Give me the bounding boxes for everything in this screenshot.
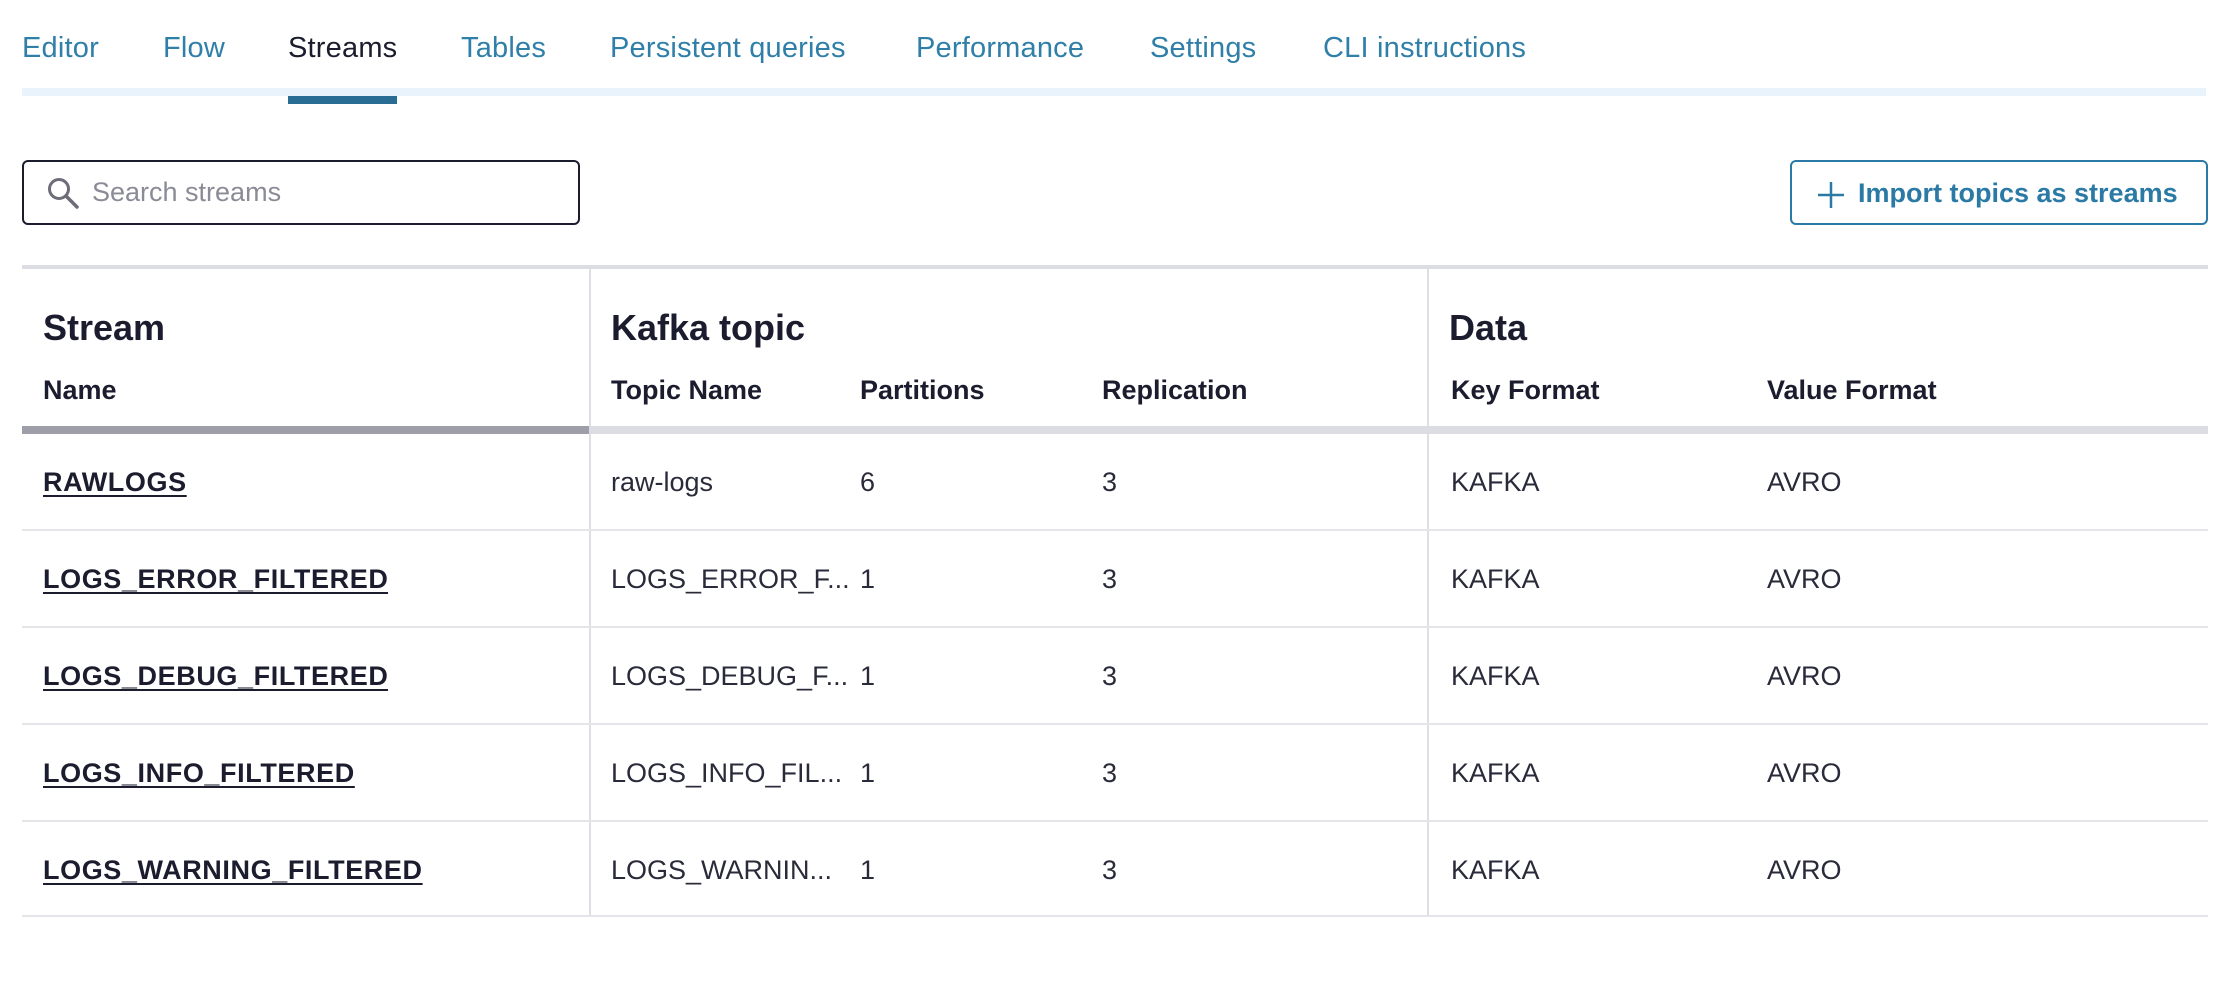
row-divider bbox=[22, 915, 2208, 917]
group-header-data: Data bbox=[1449, 307, 1528, 348]
plus-icon bbox=[1818, 182, 1844, 208]
topic-name-cell: LOGS_WARNIN... bbox=[611, 855, 833, 885]
header-underline bbox=[589, 426, 2208, 434]
value-format-cell: AVRO bbox=[1767, 758, 1842, 788]
stream-name-link[interactable]: LOGS_WARNING_FILTERED bbox=[43, 855, 423, 886]
tab-flow[interactable]: Flow bbox=[163, 32, 225, 96]
topic-name-cell: LOGS_ERROR_F... bbox=[611, 564, 850, 594]
replication-cell: 3 bbox=[1102, 467, 1118, 497]
replication-cell: 3 bbox=[1102, 661, 1118, 691]
key-format-cell: KAFKA bbox=[1451, 564, 1540, 594]
group-header-kafka-topic: Kafka topic bbox=[611, 307, 806, 348]
value-format-cell: AVRO bbox=[1767, 467, 1842, 497]
tab-bar: Editor Flow Streams Tables Persistent qu… bbox=[22, 0, 2206, 104]
topic-name-cell: raw-logs bbox=[611, 467, 714, 497]
tab-persistent-queries[interactable]: Persistent queries bbox=[610, 32, 846, 96]
tab-performance[interactable]: Performance bbox=[916, 32, 1084, 96]
replication-cell: 3 bbox=[1102, 855, 1118, 885]
row-divider bbox=[22, 723, 2208, 725]
value-format-cell: AVRO bbox=[1767, 564, 1842, 594]
partitions-cell: 1 bbox=[860, 564, 876, 594]
tab-cli-instructions[interactable]: CLI instructions bbox=[1323, 32, 1526, 96]
column-header-key-format[interactable]: Key Format bbox=[1451, 375, 1600, 406]
streams-page: Editor Flow Streams Tables Persistent qu… bbox=[0, 0, 2226, 992]
column-header-name[interactable]: Name bbox=[43, 375, 117, 406]
import-button-label: Import topics as streams bbox=[1858, 178, 2178, 208]
search-icon bbox=[48, 178, 79, 209]
row-divider bbox=[22, 529, 2208, 531]
stream-name-link[interactable]: LOGS_INFO_FILTERED bbox=[43, 758, 355, 789]
partitions-cell: 1 bbox=[860, 758, 876, 788]
column-header-replication[interactable]: Replication bbox=[1102, 375, 1248, 406]
tab-editor[interactable]: Editor bbox=[22, 32, 99, 96]
replication-cell: 3 bbox=[1102, 564, 1118, 594]
tab-streams[interactable]: Streams bbox=[288, 32, 398, 104]
column-header-topic-name[interactable]: Topic Name bbox=[611, 375, 762, 406]
key-format-cell: KAFKA bbox=[1451, 758, 1540, 788]
key-format-cell: KAFKA bbox=[1451, 467, 1540, 497]
row-divider bbox=[22, 820, 2208, 822]
replication-cell: 3 bbox=[1102, 758, 1118, 788]
stream-name-link[interactable]: LOGS_ERROR_FILTERED bbox=[43, 564, 388, 595]
search-box[interactable] bbox=[22, 160, 580, 225]
search-input[interactable] bbox=[92, 172, 562, 212]
topic-name-cell: LOGS_DEBUG_F... bbox=[611, 661, 849, 691]
key-format-cell: KAFKA bbox=[1451, 661, 1540, 691]
group-header-stream: Stream bbox=[43, 307, 166, 348]
streams-table: Stream Kafka topic Data Name Topic Name … bbox=[22, 265, 2208, 917]
partitions-cell: 1 bbox=[860, 661, 876, 691]
topic-name-cell: LOGS_INFO_FIL... bbox=[611, 758, 843, 788]
value-format-cell: AVRO bbox=[1767, 855, 1842, 885]
partitions-cell: 6 bbox=[860, 467, 876, 497]
tab-tables[interactable]: Tables bbox=[461, 32, 546, 96]
stream-name-link[interactable]: LOGS_DEBUG_FILTERED bbox=[43, 661, 388, 692]
tab-settings[interactable]: Settings bbox=[1150, 32, 1256, 96]
row-divider bbox=[22, 626, 2208, 628]
value-format-cell: AVRO bbox=[1767, 661, 1842, 691]
column-header-value-format[interactable]: Value Format bbox=[1767, 375, 1937, 406]
column-header-partitions[interactable]: Partitions bbox=[860, 375, 985, 406]
key-format-cell: KAFKA bbox=[1451, 855, 1540, 885]
partitions-cell: 1 bbox=[860, 855, 876, 885]
stream-name-link[interactable]: RAWLOGS bbox=[43, 467, 187, 498]
sorted-column-indicator bbox=[22, 426, 589, 434]
import-topics-button[interactable]: Import topics as streams bbox=[1790, 160, 2208, 225]
